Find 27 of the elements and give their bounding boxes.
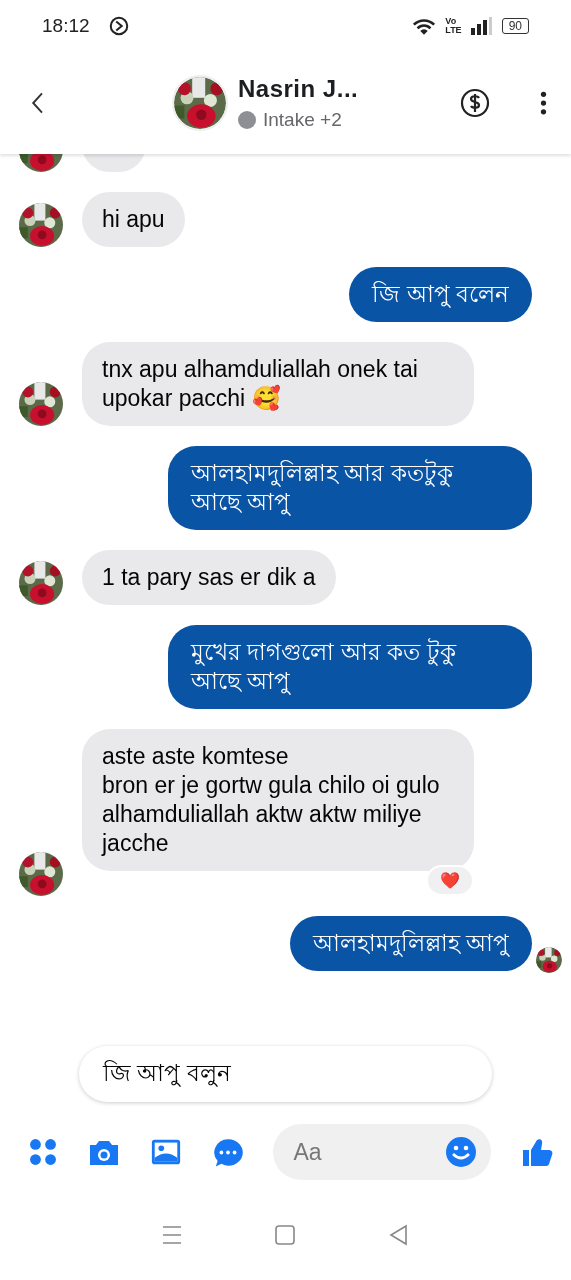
apps-icon[interactable]	[29, 1138, 57, 1166]
signal-icon	[470, 17, 493, 35]
wifi-icon	[412, 16, 437, 36]
message-bubble: জি আপু বলেন	[349, 267, 532, 322]
dollar-icon[interactable]	[460, 88, 490, 118]
more-icon[interactable]	[540, 90, 547, 116]
status-dot	[238, 111, 256, 129]
reaction-badge: ❤	[426, 865, 474, 896]
clock-time: 18:12	[42, 15, 90, 37]
message-bubble: aste aste komtese bron er je gortw gula chilo oi gulo alhamduliallah aktw aktw miliye jacche	[82, 729, 474, 871]
message-bubble: আলহামদুলিল্লাহ আপু	[289, 916, 532, 971]
thumbs-up-icon[interactable]	[520, 1136, 555, 1168]
message-bubble: 1 ta pary sas er dik a	[82, 550, 336, 605]
network-label: Vo LTE	[445, 17, 462, 35]
message-input-field[interactable]: Aa	[273, 1124, 492, 1180]
image-icon[interactable]	[150, 1137, 183, 1167]
message-bubble: মুখের দাগগুলো আর কত টুকু আছে আপু	[168, 625, 532, 709]
emoji-icon[interactable]	[445, 1136, 478, 1168]
home-icon[interactable]	[273, 1223, 298, 1247]
contact-name: Nasrin J...	[238, 75, 359, 103]
message-bubble: hi apu	[82, 192, 185, 247]
quick-reply-button[interactable]: জি আপু বলুন	[79, 1046, 492, 1102]
battery-indicator: 90	[501, 18, 529, 34]
contact-subtitle: Intake +2	[263, 109, 342, 131]
chat-bubble-icon[interactable]	[211, 1136, 244, 1168]
message-bubble: tnx apu alhamduliallah onek tai upokar pacchi 🥰	[82, 342, 474, 426]
message-bubble: আলহামদুলিল্লাহ আর কতটুকু আছে আপু	[168, 446, 532, 530]
